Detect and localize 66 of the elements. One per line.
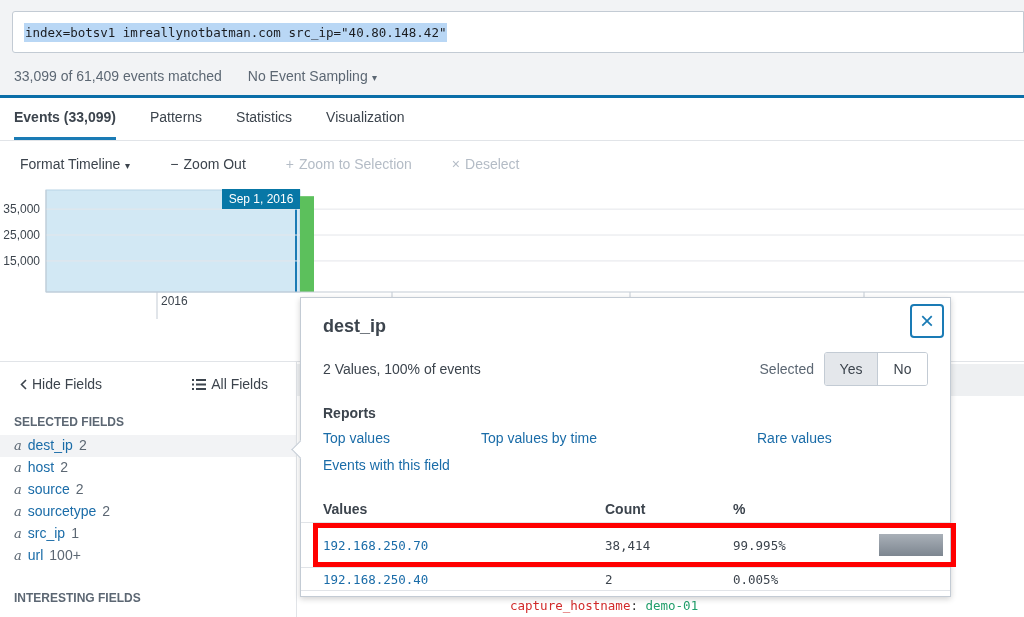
- field-name: src_ip: [27, 525, 66, 541]
- close-button[interactable]: ×: [910, 304, 944, 338]
- all-fields-link[interactable]: All Fields: [192, 375, 268, 393]
- report-link[interactable]: Rare values: [757, 430, 923, 446]
- values-summary: 2 Values, 100% of events: [323, 361, 481, 377]
- date-tooltip: Sep 1, 2016: [222, 189, 300, 209]
- field-item[interactable]: a dest_ip 2: [0, 435, 296, 457]
- toolbar-button[interactable]: Format Timeline ▾: [20, 156, 131, 184]
- x-axis-label: 2016: [161, 294, 188, 308]
- value-link[interactable]: 192.168.250.70: [323, 537, 605, 553]
- percent-cell-text: 99.995%: [733, 537, 787, 553]
- report-link[interactable]: Top values by time: [481, 430, 757, 446]
- list-icon: [192, 378, 207, 390]
- field-count: 1: [71, 525, 79, 541]
- field-item[interactable]: a host 2: [0, 457, 296, 479]
- report-link[interactable]: Events with this field: [323, 457, 481, 473]
- field-count: 100+: [49, 547, 81, 563]
- event-field-line: capture_hostname: demo-01: [510, 598, 699, 613]
- column-header: %: [733, 500, 747, 519]
- toggle-option[interactable]: Yes: [825, 353, 877, 385]
- column-header: Count: [605, 500, 647, 519]
- field-type-icon: a: [14, 504, 22, 519]
- field-type-icon: a: [14, 526, 22, 541]
- field-item[interactable]: a source 2: [0, 479, 296, 501]
- popup-title: dest_ip: [323, 316, 387, 337]
- percent-cell-text: 0.005%: [733, 571, 780, 587]
- tab[interactable]: Patterns: [149, 98, 203, 140]
- field-name: host: [27, 459, 55, 475]
- report-link[interactable]: Top values: [323, 430, 481, 446]
- toolbar-button[interactable]: − Zoom Out: [170, 156, 246, 184]
- field-item[interactable]: a src_ip 1: [0, 523, 296, 545]
- value-link[interactable]: 192.168.250.40: [323, 571, 605, 587]
- field-item[interactable]: a sourcetype 2: [0, 501, 296, 523]
- tab[interactable]: Visualization: [326, 98, 405, 140]
- field-count: 2: [75, 481, 84, 497]
- toggle-option[interactable]: No: [877, 353, 927, 385]
- field-count: 2: [78, 437, 87, 453]
- field-name: url: [27, 547, 44, 563]
- count-cell-text: 2: [605, 571, 614, 587]
- section-heading: SELECTED FIELDS: [13, 414, 125, 431]
- field-count: 2: [60, 459, 69, 475]
- field-type-icon: a: [14, 438, 22, 453]
- field-count: 2: [102, 503, 111, 519]
- y-axis-label: 15,000: [3, 253, 40, 268]
- search-field[interactable]: index=botsv1 imreallynotbatman.com src_ip="40.80.148.42": [12, 11, 1024, 53]
- y-axis-label: 25,000: [3, 228, 40, 243]
- events-matched-count: 33,099 of 61,409 events matched: [14, 68, 222, 84]
- field-type-icon: a: [14, 460, 22, 475]
- selected-label: Selected: [759, 361, 814, 377]
- y-axis-label: 35,000: [3, 202, 40, 217]
- field-item[interactable]: a url 100+: [0, 545, 296, 567]
- field-name: dest_ip: [27, 437, 73, 453]
- field-name: source: [27, 481, 70, 497]
- count-cell-text: 38,414: [605, 537, 652, 553]
- tab[interactable]: Events (33,099): [14, 98, 116, 140]
- event-sampling-dropdown[interactable]: No Event Sampling ▾: [247, 68, 377, 84]
- tab[interactable]: Statistics: [236, 98, 293, 140]
- field-type-icon: a: [14, 482, 22, 497]
- field-name: sourcetype: [27, 503, 97, 519]
- reports-heading: Reports: [323, 405, 376, 421]
- section-heading: INTERESTING FIELDS: [13, 590, 142, 607]
- hide-fields-link[interactable]: Hide Fields: [20, 375, 103, 393]
- chevron-left-icon: [20, 378, 27, 390]
- column-header: Values: [323, 500, 369, 519]
- field-type-icon: a: [14, 548, 22, 563]
- search-query: index=botsv1 imreallynotbatman.com src_ip="40.80.148.42": [24, 22, 448, 42]
